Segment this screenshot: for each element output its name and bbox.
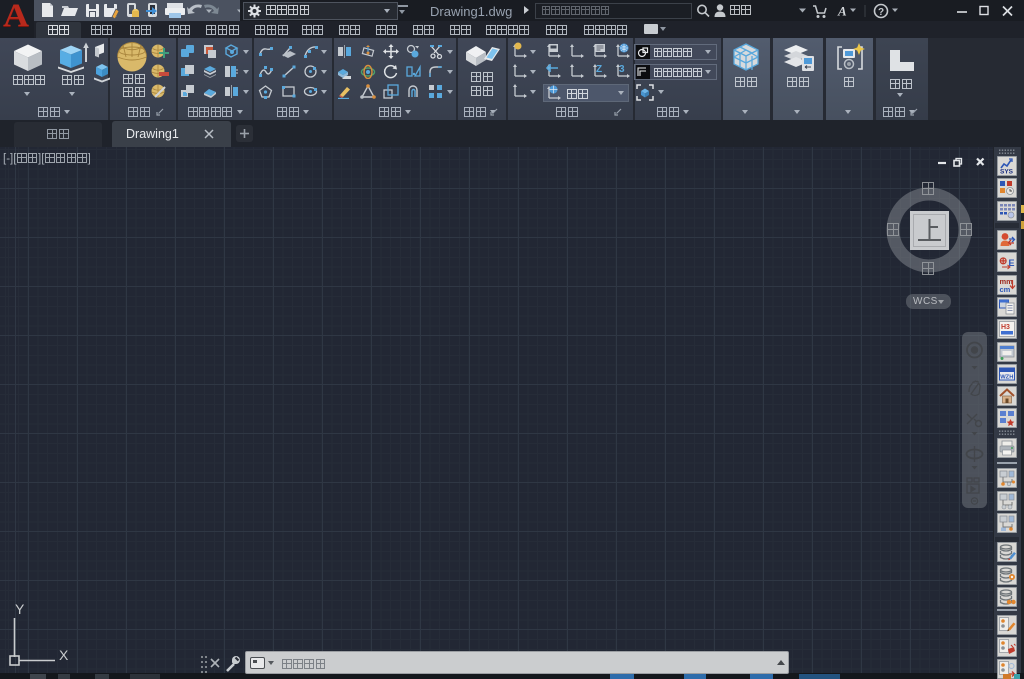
svg-text:SYS: SYS [1000, 169, 1014, 176]
svg-text:cm: cm [1000, 285, 1011, 294]
svg-text:A: A [837, 4, 847, 19]
svg-text:Y: Y [15, 601, 25, 617]
svg-text:H3: H3 [1001, 324, 1010, 331]
svg-text:?: ? [878, 7, 884, 18]
svg-text:⊕: ⊕ [999, 256, 1007, 267]
svg-text:WZH: WZH [1000, 375, 1013, 381]
svg-text:X: X [59, 647, 69, 663]
